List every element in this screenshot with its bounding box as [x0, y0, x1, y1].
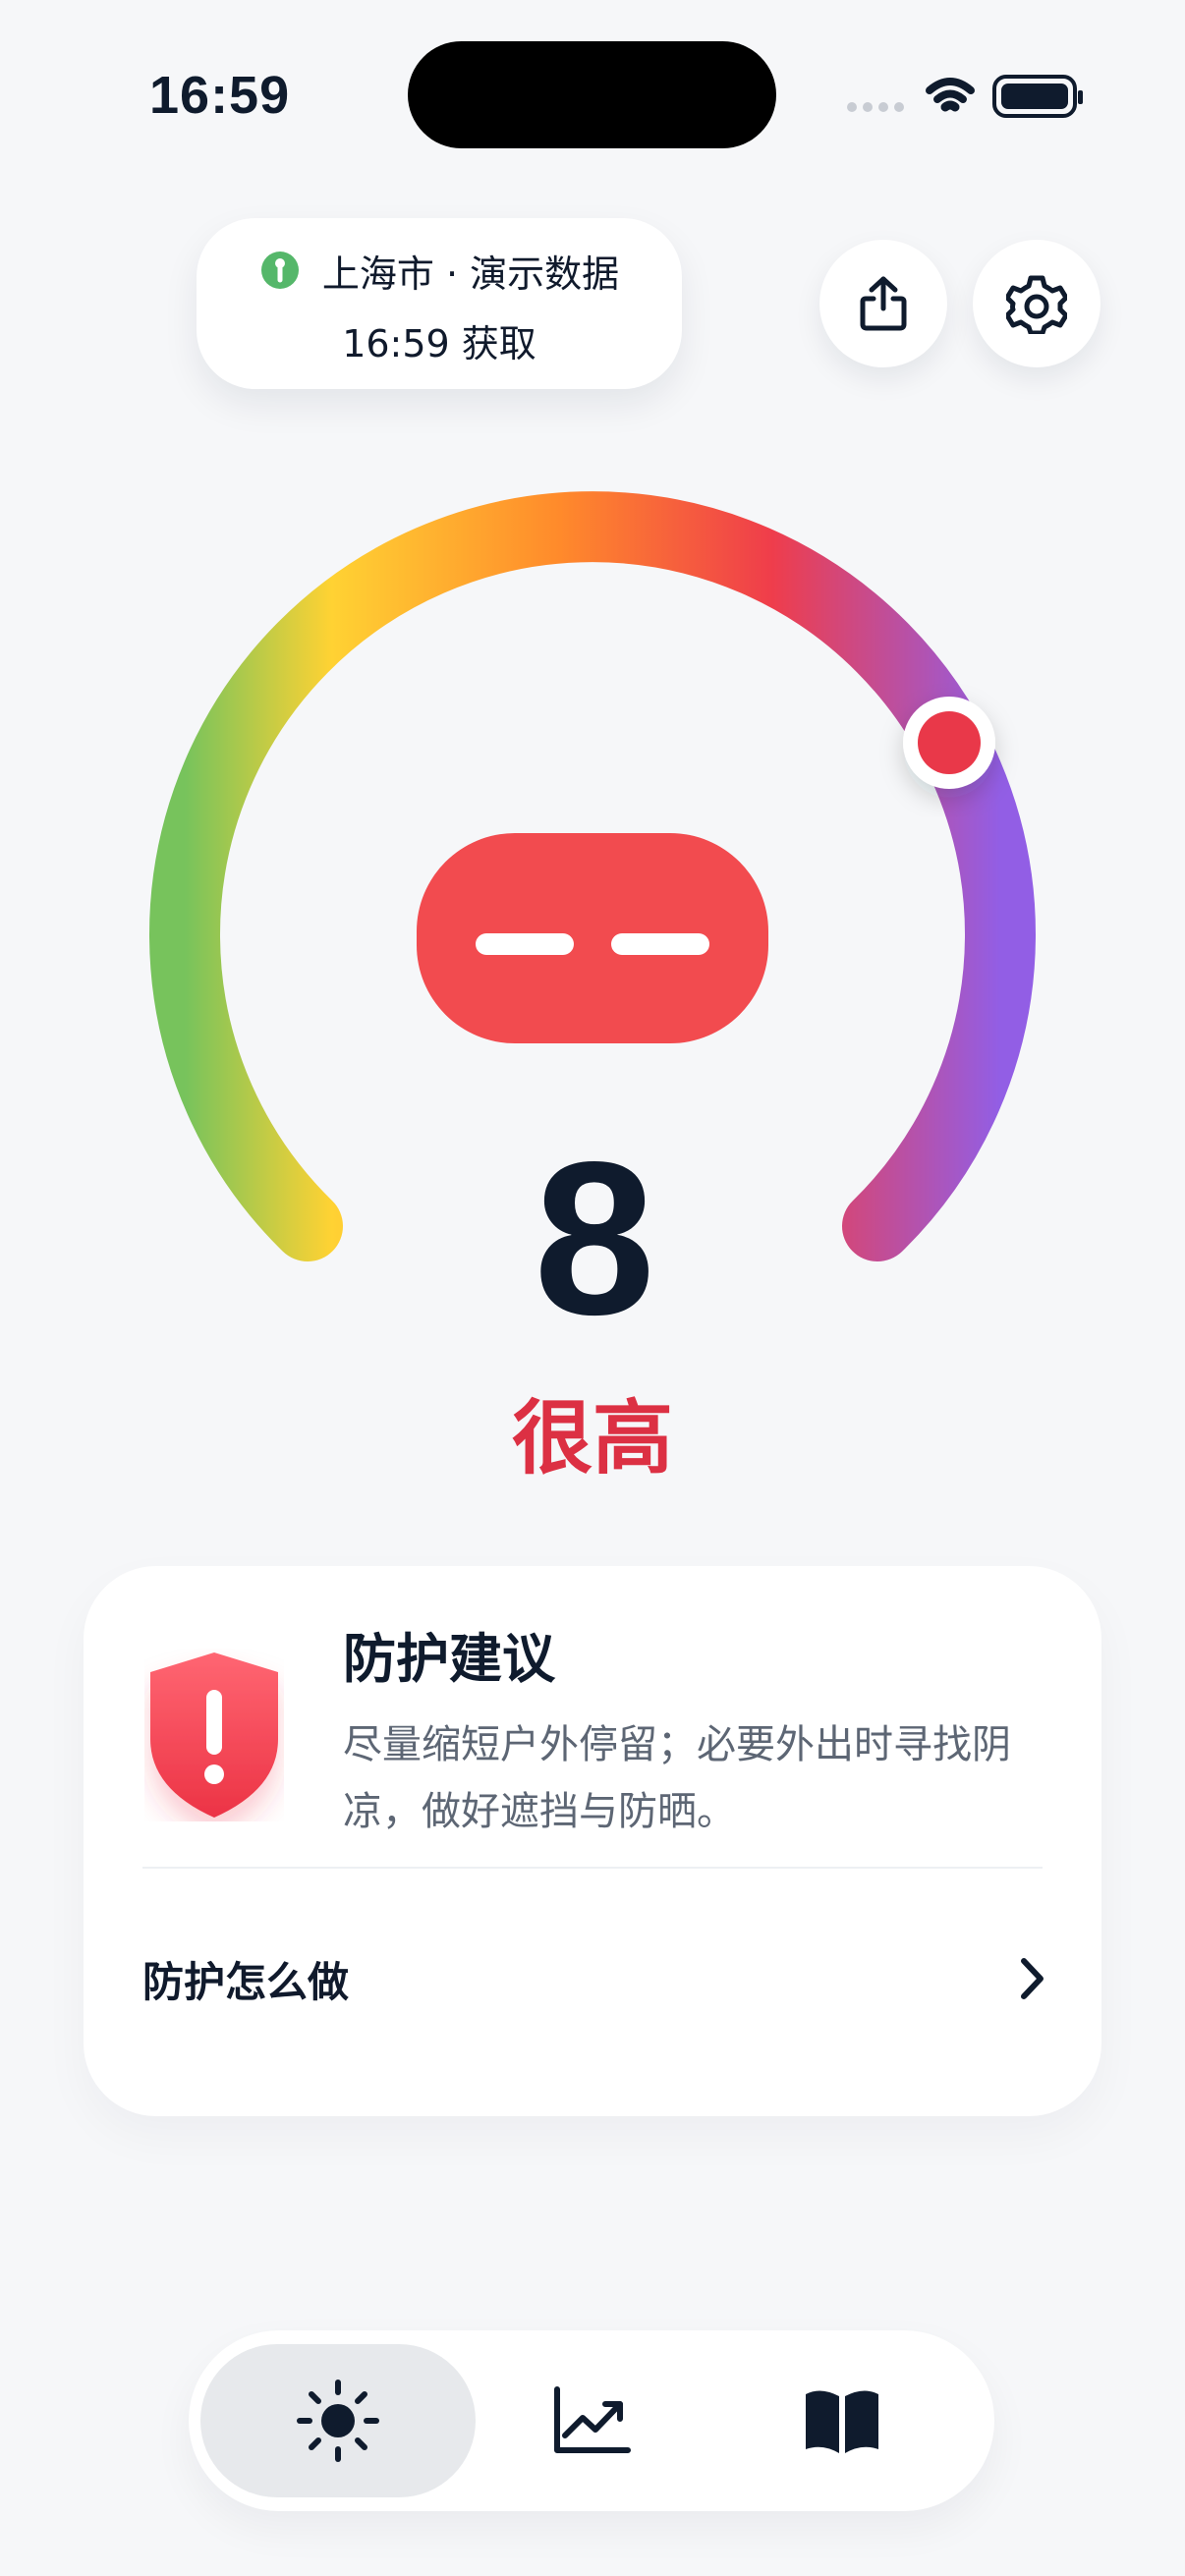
share-button[interactable]	[819, 240, 947, 367]
uv-gauge-marker	[903, 697, 995, 789]
advice-title: 防护建议	[343, 1628, 555, 1690]
tab-uv-index[interactable]	[200, 2344, 476, 2497]
dynamic-island	[408, 41, 776, 148]
status-icons	[847, 75, 1083, 118]
uv-app-screen: 16:59 上海市 · 演示数据 16:59 获取 8 很高 防护建议 尽量缩短…	[0, 0, 1185, 2576]
sun-icon	[297, 2380, 379, 2462]
gear-icon	[1006, 275, 1067, 334]
map-pin-icon	[260, 252, 299, 289]
status-time: 16:59	[149, 66, 291, 125]
wifi-icon	[926, 78, 975, 112]
location-row: 上海市 · 演示数据	[197, 243, 682, 298]
chevron-right-icon	[1021, 1958, 1044, 1999]
tab-trends[interactable]	[503, 2344, 680, 2497]
chart-trend-icon	[554, 2386, 631, 2453]
fetched-time: 16:59 获取	[342, 322, 536, 365]
location-pill[interactable]: 上海市 · 演示数据 16:59 获取	[197, 218, 682, 389]
protection-advice-card: 防护建议 尽量缩短户外停留；必要外出时寻找阴凉，做好遮挡与防晒。 防护怎么做	[84, 1566, 1101, 2116]
warning-shield-icon	[150, 1652, 278, 1818]
location-label: 上海市 · 演示数据	[321, 252, 620, 296]
book-icon	[806, 2390, 878, 2453]
advice-text: 尽量缩短户外停留；必要外出时寻找阴凉，做好遮挡与防晒。	[343, 1722, 1011, 1834]
battery-icon	[992, 75, 1083, 118]
tab-guide[interactable]	[754, 2344, 931, 2497]
protection-how-to-row[interactable]: 防护怎么做	[142, 1933, 1048, 2024]
protection-how-to-label: 防护怎么做	[142, 1957, 350, 2006]
cellular-signal-icon	[847, 102, 904, 112]
uv-level: 很高	[511, 1392, 673, 1485]
settings-button[interactable]	[973, 240, 1100, 367]
uv-index-value: 8	[534, 1117, 654, 1361]
bottom-tab-bar	[189, 2330, 994, 2511]
advice-divider	[142, 1867, 1043, 1869]
uv-face-icon	[417, 833, 768, 1043]
share-icon	[860, 276, 907, 331]
